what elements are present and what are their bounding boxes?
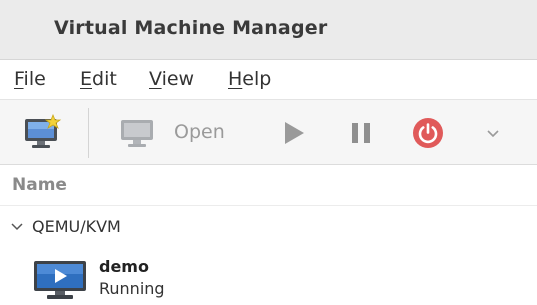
menu-edit[interactable]: Edit — [80, 68, 117, 90]
menu-file-mnemonic: F — [14, 68, 24, 90]
column-name-header[interactable]: Name — [12, 175, 67, 195]
shutdown-menu-button[interactable] — [478, 120, 508, 146]
menu-edit-mnemonic: E — [80, 68, 93, 90]
new-vm-button[interactable] — [22, 114, 64, 152]
run-button[interactable] — [276, 118, 310, 148]
vm-name: demo — [99, 257, 149, 276]
connection-label: QEMU/KVM — [32, 217, 121, 236]
list-header: Name — [0, 166, 537, 206]
play-icon — [285, 122, 304, 144]
monitor-icon — [121, 120, 153, 147]
vm-row-demo[interactable]: demo Running — [0, 250, 537, 305]
expander-chevron-icon[interactable] — [9, 218, 25, 234]
menu-view-mnemonic: V — [149, 68, 162, 90]
open-button[interactable] — [116, 116, 158, 150]
window-titlebar[interactable]: Virtual Machine Manager — [0, 0, 537, 60]
menu-file-label: ile — [23, 68, 46, 90]
menu-view-label: iew — [161, 68, 195, 90]
menu-help-label: elp — [242, 68, 272, 90]
new-vm-monitor-icon — [25, 114, 62, 148]
menu-edit-label: dit — [92, 68, 117, 90]
connection-row-qemu-kvm[interactable]: QEMU/KVM — [0, 210, 537, 244]
open-label: Open — [174, 121, 225, 143]
window-title: Virtual Machine Manager — [54, 17, 328, 39]
vm-status: Running — [99, 279, 165, 298]
toolbar-separator — [88, 108, 89, 158]
menubar: File Edit View Help — [0, 61, 537, 98]
chevron-down-icon — [487, 130, 499, 138]
vm-running-monitor-icon — [34, 261, 86, 299]
menu-file[interactable]: File — [14, 68, 46, 90]
menu-help-mnemonic: H — [228, 68, 243, 90]
shutdown-button[interactable] — [410, 116, 446, 150]
pause-button[interactable] — [344, 118, 378, 148]
pause-icon — [352, 123, 370, 143]
menu-view[interactable]: View — [149, 68, 194, 90]
toolbar: Open — [0, 99, 537, 165]
menu-help[interactable]: Help — [228, 68, 271, 90]
power-icon — [413, 118, 443, 148]
